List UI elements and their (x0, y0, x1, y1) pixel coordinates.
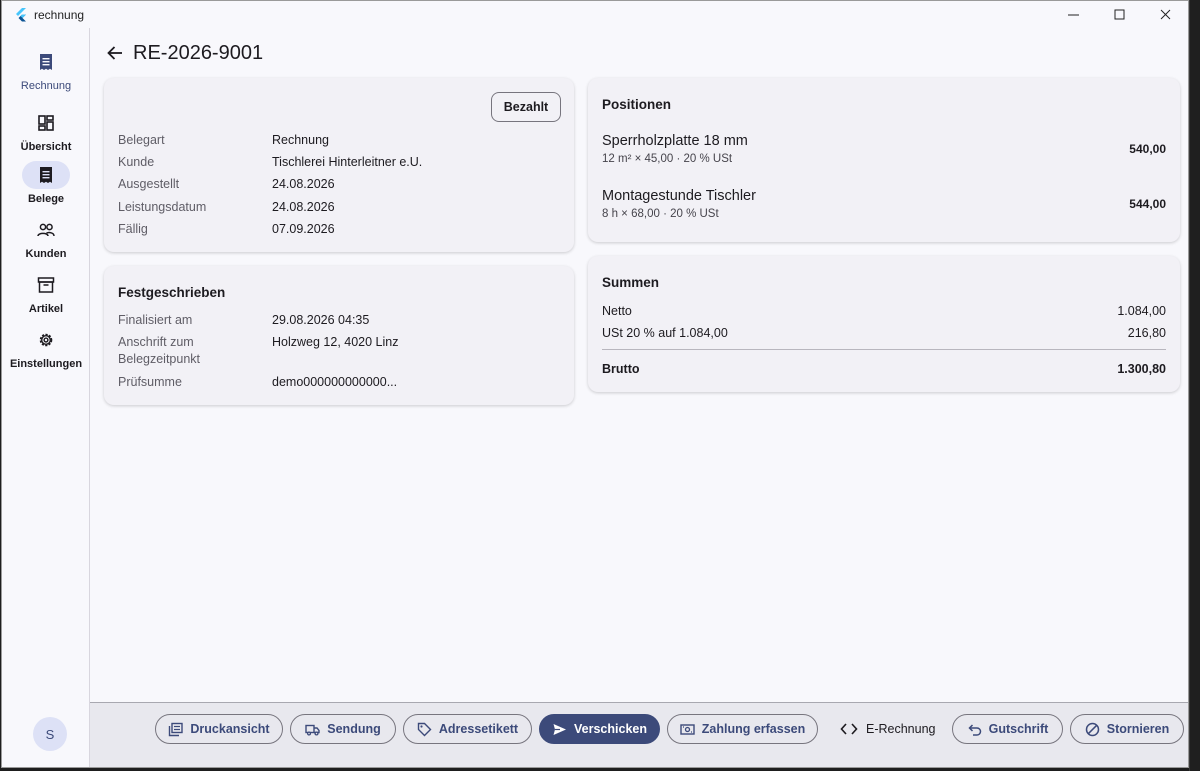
page-title: RE-2026-9001 (133, 41, 264, 64)
position-name: Montagestunde Tischler (602, 188, 756, 204)
background-window-edge (1189, 0, 1200, 771)
rail-brand[interactable]: Rechnung (2, 48, 90, 92)
receipt-icon (40, 54, 52, 70)
detail-value: 24.08.2026 (272, 200, 335, 214)
maximize-icon (1114, 9, 1124, 20)
address-label-button[interactable]: Adressetikett (403, 714, 532, 744)
send-button[interactable]: Verschicken (539, 714, 660, 744)
detail-label: Kunde (118, 155, 155, 169)
netto-label: Netto (602, 304, 632, 318)
gear-icon (39, 333, 53, 347)
detail-label: Fällig (118, 222, 148, 236)
print-preview-icon (169, 722, 184, 736)
maximize-button[interactable] (1096, 1, 1142, 28)
navigation-rail: Rechnung Übersicht Belege Kunden Artikel… (2, 28, 90, 767)
cancel-invoice-label: Stornieren (1106, 722, 1170, 736)
positions-title: Positionen (602, 97, 672, 112)
finalized-title: Festgeschrieben (118, 285, 226, 300)
rail-item-artikel[interactable]: Artikel (2, 271, 90, 315)
brutto-label: Brutto (602, 362, 640, 376)
position-detail: 8 h × 68,00 · 20 % USt (602, 208, 719, 220)
rail-item-label: Artikel (28, 303, 64, 315)
netto-value: 1.084,00 (1117, 304, 1166, 318)
sums-card: Summen Netto 1.084,00 USt 20 % auf 1.084… (588, 256, 1180, 392)
position-name: Sperrholzplatte 18 mm (602, 133, 748, 149)
title-bar: rechnung (2, 1, 1188, 28)
address-label-label: Adressetikett (438, 722, 519, 736)
rail-item-einstellungen[interactable]: Einstellungen (2, 326, 90, 370)
send-label: Verschicken (574, 722, 647, 736)
minimize-icon (1067, 14, 1079, 16)
position-detail: 12 m² × 45,00 · 20 % USt (602, 153, 733, 165)
back-arrow-icon[interactable] (106, 44, 124, 62)
finalized-label: Finalisiert am (118, 313, 193, 327)
close-icon (1160, 9, 1170, 20)
shipment-label: Sendung (327, 722, 381, 736)
action-bar: Druckansicht Sendung Adressetikett Versc… (90, 702, 1188, 767)
e-invoice-label: E-Rechnung (866, 722, 936, 736)
record-payment-label: Zahlung erfassen (701, 722, 806, 736)
close-button[interactable] (1142, 1, 1188, 28)
rail-item-label: Übersicht (20, 141, 72, 153)
e-invoice-button[interactable]: E-Rechnung (840, 714, 936, 744)
finalized-value: Holzweg 12, 4020 Linz (272, 335, 399, 349)
status-paid-button[interactable]: Bezahlt (491, 92, 561, 122)
archive-icon (37, 277, 55, 293)
finalized-label: Anschrift zum Belegzeitpunkt (118, 335, 201, 366)
detail-value: 07.09.2026 (272, 222, 335, 236)
shipment-button[interactable]: Sendung (290, 714, 396, 744)
finalized-card: Festgeschrieben Finalisiert am 29.08.202… (104, 266, 574, 405)
detail-value: Tischlerei Hinterleitner e.U. (272, 155, 423, 169)
code-icon (840, 723, 858, 735)
detail-label: Ausgestellt (118, 177, 180, 191)
detail-value: 24.08.2026 (272, 177, 335, 191)
details-card: Bezahlt Belegart Rechnung Kunde Tischler… (104, 78, 574, 252)
people-icon (37, 223, 55, 237)
dashboard-icon (38, 115, 54, 131)
flutter-logo-icon (16, 7, 26, 21)
rail-brand-label: Rechnung (20, 80, 72, 92)
finalized-value: demo000000000000... (272, 375, 398, 389)
payment-icon (680, 723, 695, 735)
ust-value: 216,80 (1127, 326, 1166, 340)
print-view-button[interactable]: Druckansicht (155, 714, 283, 744)
rail-item-belege[interactable]: Belege (2, 161, 90, 205)
detail-value: Rechnung (272, 133, 329, 147)
position-amount: 540,00 (1129, 142, 1166, 156)
rail-item-uebersicht[interactable]: Übersicht (2, 109, 90, 153)
finalized-label: Prüfsumme (118, 375, 182, 389)
app-window: rechnung Rechnung Übersicht Belege Kunde… (1, 0, 1189, 768)
rail-item-label: Kunden (25, 248, 67, 260)
rail-item-label: Einstellungen (9, 358, 83, 370)
ust-label: USt 20 % auf 1.084,00 (602, 326, 728, 340)
user-avatar[interactable]: S (33, 717, 67, 751)
send-icon (553, 723, 567, 735)
rail-item-kunden[interactable]: Kunden (2, 216, 90, 260)
brutto-value: 1.300,80 (1117, 362, 1166, 376)
truck-icon (305, 724, 320, 736)
positions-card: Positionen Sperrholzplatte 18 mm 12 m² ×… (588, 78, 1180, 242)
sums-title: Summen (602, 275, 660, 290)
receipt-icon (40, 167, 52, 183)
active-indicator (22, 161, 70, 189)
record-payment-button[interactable]: Zahlung erfassen (667, 714, 818, 744)
undo-icon (968, 723, 981, 736)
tag-icon (417, 722, 432, 736)
position-amount: 544,00 (1129, 197, 1166, 211)
print-view-label: Druckansicht (190, 722, 270, 736)
detail-label: Leistungsdatum (118, 200, 207, 214)
cancel-invoice-button[interactable]: Stornieren (1070, 714, 1184, 744)
block-icon (1085, 722, 1099, 736)
window-title: rechnung (34, 7, 85, 22)
sums-divider (602, 349, 1166, 350)
window-controls (1050, 1, 1188, 28)
rail-item-label: Belege (27, 193, 65, 205)
finalized-value: 29.08.2026 04:35 (272, 313, 370, 327)
page-header: RE-2026-9001 (106, 41, 263, 65)
credit-note-button[interactable]: Gutschrift (952, 714, 1063, 744)
credit-note-label: Gutschrift (988, 722, 1049, 736)
minimize-button[interactable] (1050, 1, 1096, 28)
detail-label: Belegart (118, 133, 165, 147)
